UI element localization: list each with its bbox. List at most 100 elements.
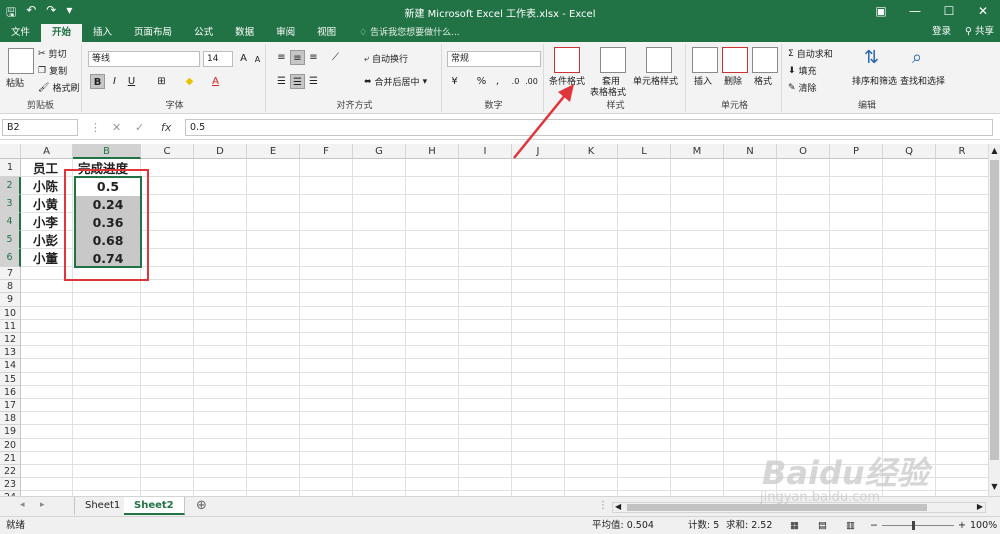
share-button[interactable]: ⚲ 共享 <box>965 24 994 40</box>
login-button[interactable]: 登录 <box>932 24 951 40</box>
prev-sheet-icon[interactable]: ◂ <box>20 500 25 510</box>
zoom-slider-track[interactable] <box>882 525 954 526</box>
underline-button[interactable]: U <box>124 74 139 89</box>
cell-a2[interactable]: 小陈 <box>33 178 58 196</box>
italic-button[interactable]: I <box>107 74 122 89</box>
tab-home[interactable]: 开始 <box>41 24 83 42</box>
column-header-m[interactable]: M <box>671 144 724 159</box>
sheet-tab-sheet2[interactable]: Sheet2 <box>124 497 185 515</box>
cell-styles-button[interactable]: 单元格样式 <box>633 74 678 87</box>
row-header-21[interactable]: 21 <box>0 451 21 465</box>
number-format-select[interactable]: 常规 <box>447 51 541 67</box>
row-header-10[interactable]: 10 <box>0 306 21 320</box>
row-header-1[interactable]: 1 <box>0 159 21 177</box>
paste-button[interactable]: 粘贴 <box>6 76 24 89</box>
row-header-17[interactable]: 17 <box>0 399 21 413</box>
zoom-level[interactable]: 100% <box>970 517 997 534</box>
add-sheet-icon[interactable]: ⊕ <box>196 498 207 513</box>
row-header-3[interactable]: 3 <box>0 195 21 213</box>
row-header-23[interactable]: 23 <box>0 478 21 492</box>
bold-button[interactable]: B <box>90 74 105 89</box>
tab-file[interactable]: 文件 <box>0 24 41 42</box>
next-sheet-icon[interactable]: ▸ <box>40 500 45 510</box>
column-header-l[interactable]: L <box>618 144 671 159</box>
cell-a4[interactable]: 小李 <box>33 214 58 232</box>
autosum-button[interactable]: Σ 自动求和 <box>788 47 833 61</box>
zoom-in-icon[interactable]: + <box>958 517 966 534</box>
shrink-font-button[interactable]: A <box>250 52 265 67</box>
scroll-up-icon[interactable]: ▲ <box>989 146 1000 155</box>
align-center-icon[interactable]: ☰ <box>290 74 305 89</box>
column-header-g[interactable]: G <box>353 144 406 159</box>
horizontal-scroll-thumb[interactable] <box>627 504 927 511</box>
row-header-8[interactable]: 8 <box>0 280 21 294</box>
ribbon-display-icon[interactable]: ▣ <box>864 0 898 22</box>
row-header-20[interactable]: 20 <box>0 438 21 452</box>
row-header-9[interactable]: 9 <box>0 293 21 307</box>
column-header-c[interactable]: C <box>141 144 194 159</box>
format-painter-button[interactable]: 🖌 格式刷 <box>38 81 79 95</box>
row-header-19[interactable]: 19 <box>0 425 21 439</box>
align-left-icon[interactable]: ☰ <box>274 74 289 89</box>
align-right-icon[interactable]: ☰ <box>306 74 321 89</box>
insert-function-button[interactable]: fx <box>161 121 171 134</box>
row-header-7[interactable]: 7 <box>0 267 21 281</box>
cut-button[interactable]: ✂ 剪切 <box>38 47 67 61</box>
format-cells-button[interactable]: 格式 <box>754 74 772 87</box>
align-top-icon[interactable]: ≡ <box>274 50 289 65</box>
tab-data[interactable]: 数据 <box>224 24 265 42</box>
row-header-14[interactable]: 14 <box>0 359 21 373</box>
delete-cells-button[interactable]: 删除 <box>724 74 742 87</box>
align-middle-icon[interactable]: ≡ <box>290 50 305 65</box>
row-header-13[interactable]: 13 <box>0 346 21 360</box>
row-header-6[interactable]: 6 <box>0 249 21 267</box>
grow-font-button[interactable]: A <box>236 51 251 66</box>
format-cells-icon[interactable] <box>752 47 778 73</box>
orientation-icon[interactable]: ⟋ <box>328 50 343 65</box>
row-header-15[interactable]: 15 <box>0 372 21 386</box>
row-header-22[interactable]: 22 <box>0 465 21 479</box>
column-header-n[interactable]: N <box>724 144 777 159</box>
currency-icon[interactable]: ¥ <box>447 74 462 89</box>
cancel-icon[interactable]: ✕ <box>112 121 121 134</box>
column-header-q[interactable]: Q <box>883 144 936 159</box>
font-name-select[interactable]: 等线 <box>88 51 200 67</box>
column-header-o[interactable]: O <box>777 144 830 159</box>
sheet-tab-sheet1[interactable]: Sheet1 <box>74 497 132 515</box>
vertical-scroll-thumb[interactable] <box>990 160 999 460</box>
scroll-down-icon[interactable]: ▼ <box>989 482 1000 491</box>
tab-review[interactable]: 审阅 <box>265 24 306 42</box>
row-header-18[interactable]: 18 <box>0 412 21 426</box>
worksheet-grid[interactable]: ABCDEFGHIJKLMNOPQR 1 2 3 4 5 6 7 8 9 10 11 12 13 14 15… <box>0 144 990 496</box>
column-header-b[interactable]: B <box>73 144 141 159</box>
fill-button[interactable]: ⬇ 填充 <box>788 64 817 78</box>
insert-cells-button[interactable]: 插入 <box>694 74 712 87</box>
tab-insert[interactable]: 插入 <box>82 24 123 42</box>
column-header-f[interactable]: F <box>300 144 353 159</box>
page-layout-view-icon[interactable]: ▤ <box>818 517 827 534</box>
row-header-4[interactable]: 4 <box>0 213 21 231</box>
conditional-formatting-icon[interactable] <box>554 47 580 73</box>
sort-filter-icon[interactable]: ⇅ <box>864 47 890 73</box>
cell-a6[interactable]: 小董 <box>33 250 58 268</box>
minimize-icon[interactable]: — <box>898 0 932 22</box>
column-header-e[interactable]: E <box>247 144 300 159</box>
copy-button[interactable]: ❐ 复制 <box>38 64 67 78</box>
insert-cells-icon[interactable] <box>692 47 718 73</box>
vertical-scrollbar[interactable]: ▲ ▼ <box>988 144 1000 496</box>
tab-page-layout[interactable]: 页面布局 <box>123 24 183 42</box>
cell-a3[interactable]: 小黄 <box>33 196 58 214</box>
percent-button[interactable]: % <box>474 74 489 89</box>
delete-cells-icon[interactable] <box>722 47 748 73</box>
find-select-button[interactable]: 查找和选择 <box>900 74 945 87</box>
format-as-table-icon[interactable] <box>600 47 626 73</box>
cell-a5[interactable]: 小彭 <box>33 232 58 250</box>
tab-view[interactable]: 视图 <box>306 24 347 42</box>
wrap-text-button[interactable]: ⤶ 自动换行 <box>364 52 408 66</box>
align-bottom-icon[interactable]: ≡ <box>306 50 321 65</box>
normal-view-icon[interactable]: ▦ <box>790 517 799 534</box>
row-header-11[interactable]: 11 <box>0 319 21 333</box>
page-break-view-icon[interactable]: ▥ <box>846 517 855 534</box>
font-size-select[interactable]: 14 <box>203 51 233 67</box>
select-all-corner[interactable] <box>0 144 21 159</box>
